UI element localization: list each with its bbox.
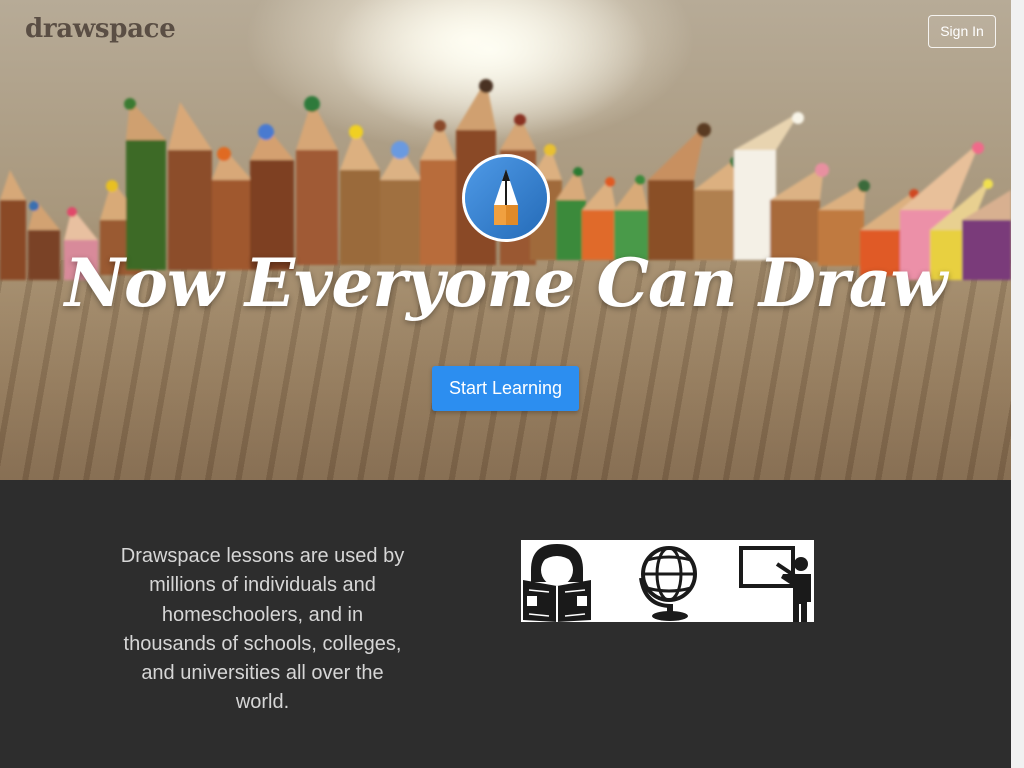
info-section: Drawspace lessons are used by millions o… (0, 480, 1024, 768)
audience-icons (521, 540, 814, 622)
brand-logo[interactable]: drawspace (25, 14, 176, 44)
info-text: Drawspace lessons are used by millions o… (120, 545, 405, 714)
vertical-scrollbar[interactable] (1011, 0, 1024, 768)
pencil-circle-icon (462, 154, 550, 242)
start-learning-button[interactable]: Start Learning (432, 366, 579, 411)
teacher-icon (739, 546, 811, 622)
hero-headline: Now Everyone Can Draw (64, 244, 948, 322)
pencil (296, 96, 338, 265)
hero-section: drawspace Sign In Now Everyone Can Draw … (0, 0, 1011, 480)
signin-button[interactable]: Sign In (928, 15, 996, 48)
reader-icon (523, 544, 591, 622)
globe-icon (639, 546, 697, 621)
